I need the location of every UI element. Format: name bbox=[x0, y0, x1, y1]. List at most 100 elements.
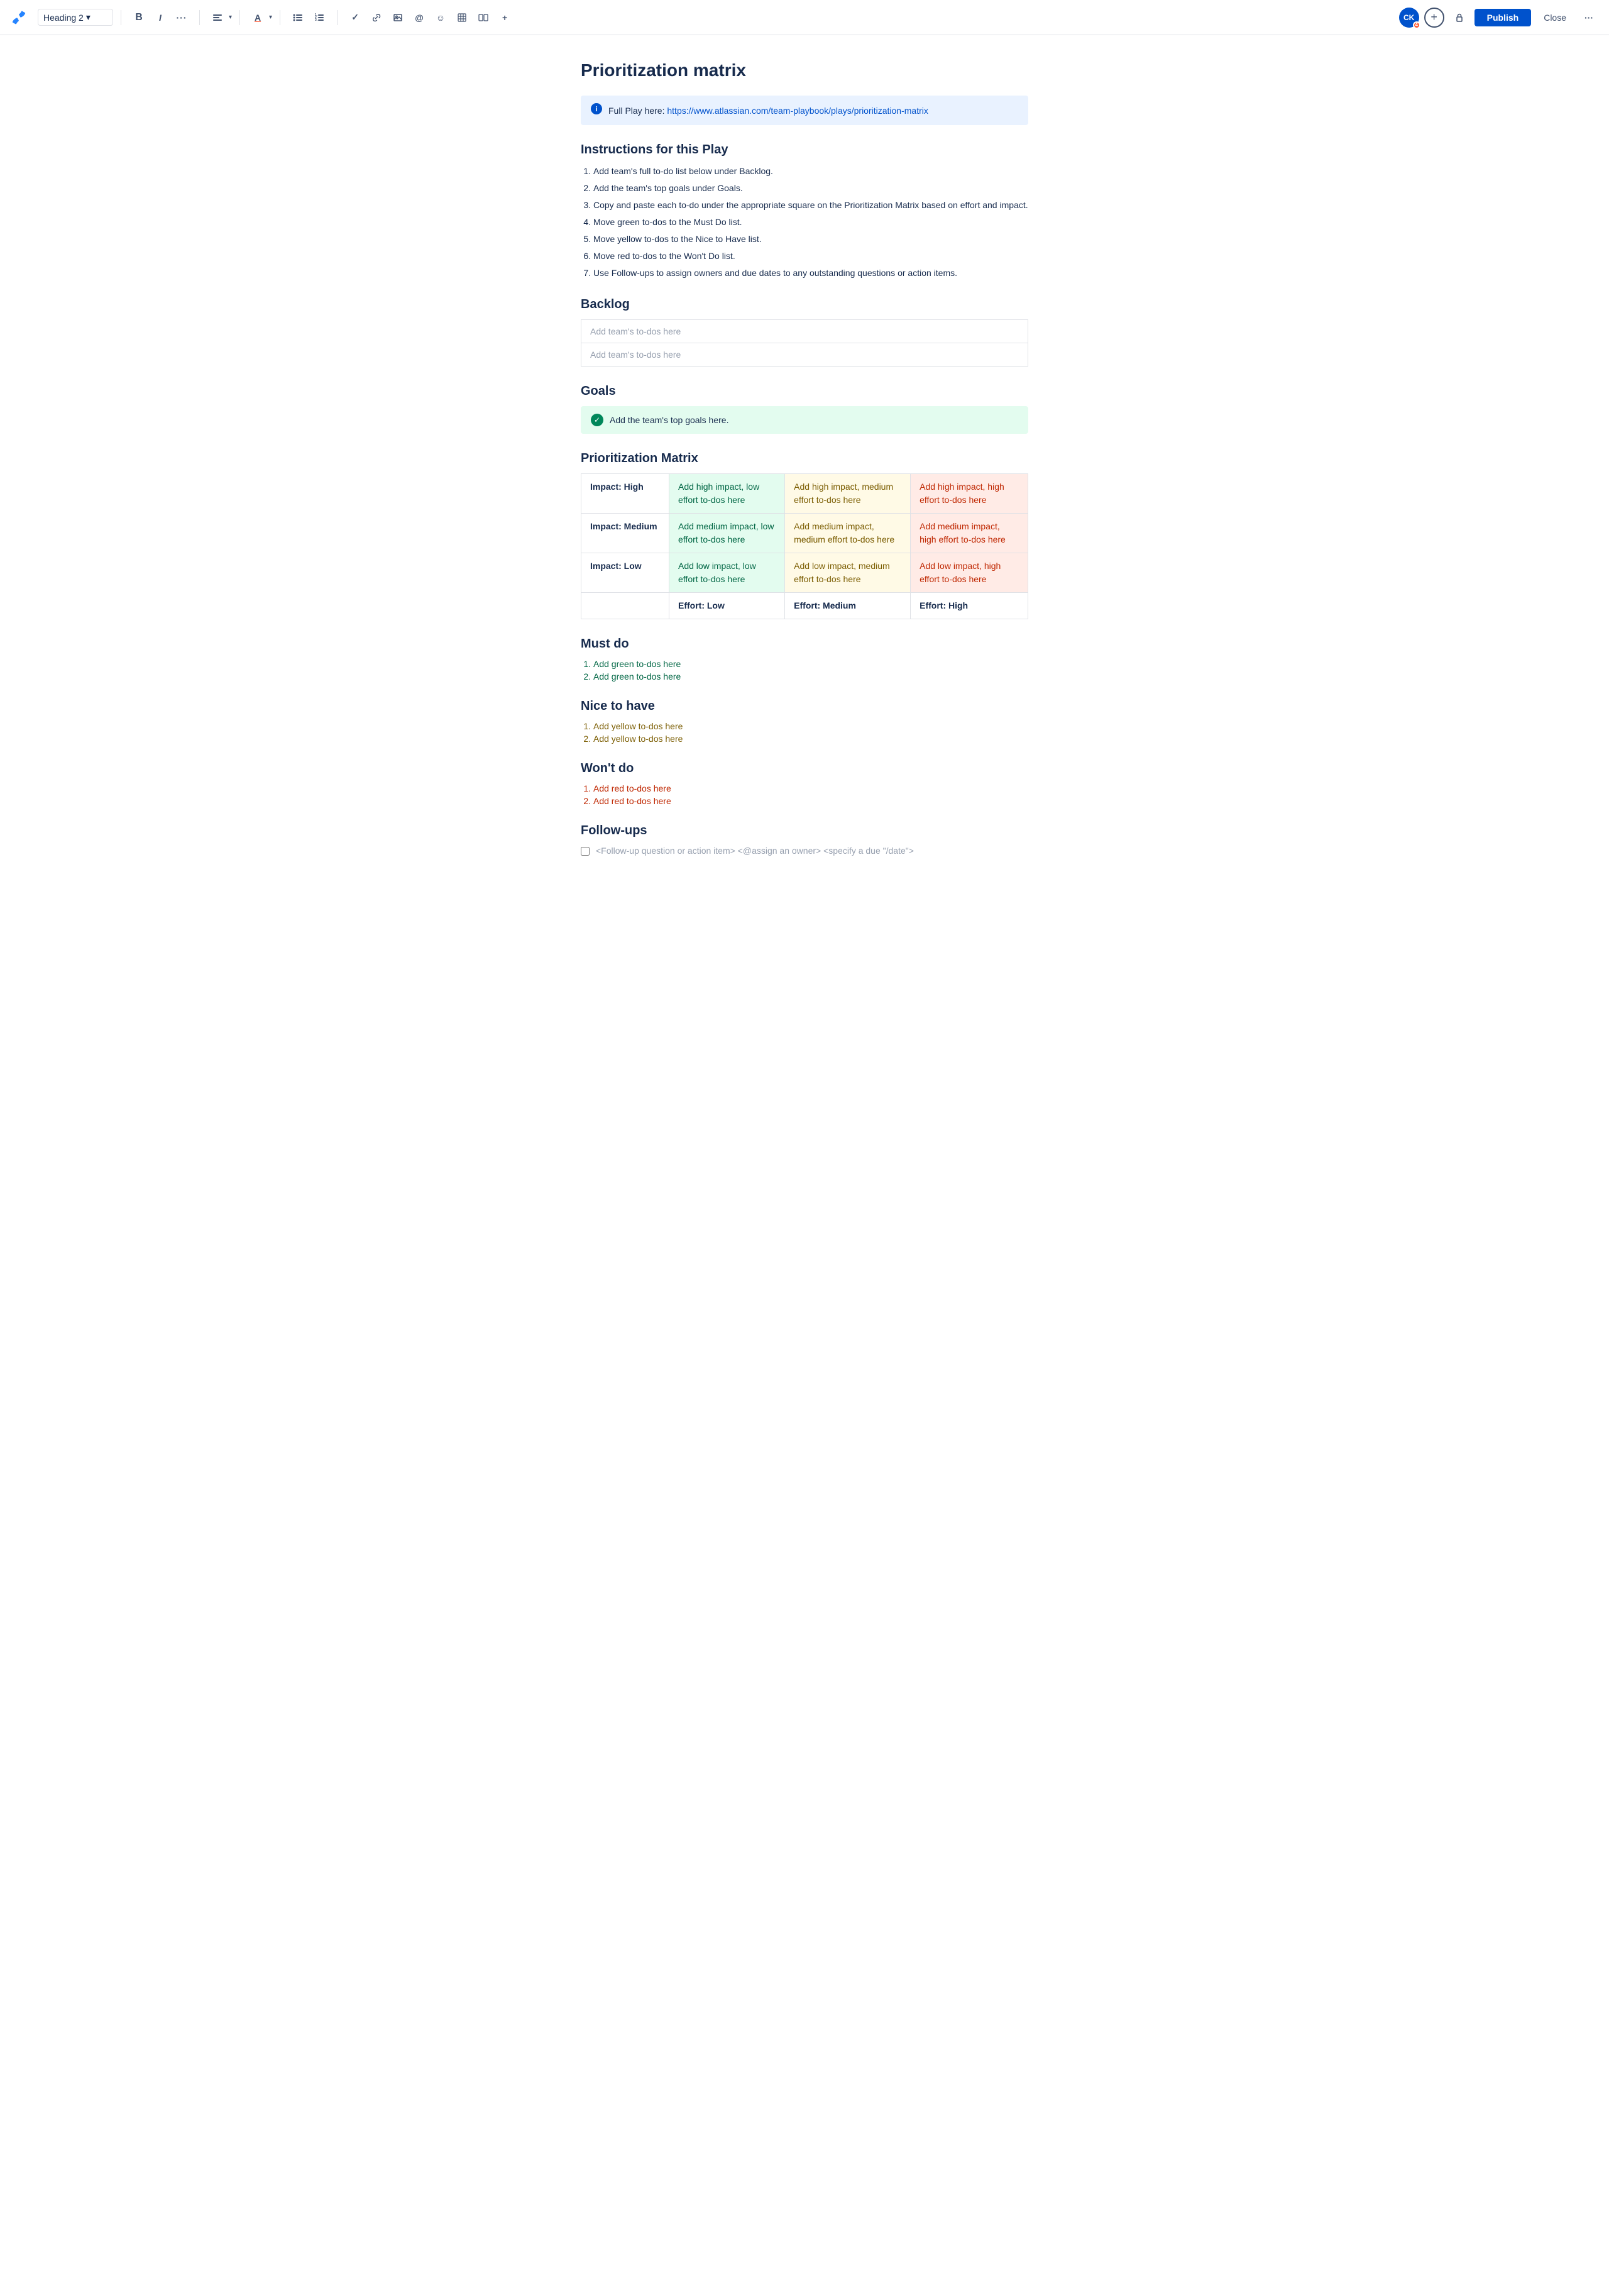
list-item: Copy and paste each to-do under the appr… bbox=[593, 199, 1028, 212]
list-item: Add the team's top goals under Goals. bbox=[593, 182, 1028, 195]
toolbar-divider-3 bbox=[239, 10, 240, 25]
list-item: Move red to-dos to the Won't Do list. bbox=[593, 250, 1028, 263]
bold-button[interactable]: B bbox=[129, 8, 149, 28]
list-item: Add team's full to-do list below under B… bbox=[593, 165, 1028, 178]
layout-button[interactable] bbox=[473, 8, 493, 28]
matrix-footer-empty bbox=[581, 593, 669, 619]
effort-high-label: Effort: High bbox=[911, 593, 1028, 619]
matrix-cell-low-medium[interactable]: Add low impact, medium effort to-dos her… bbox=[785, 553, 911, 593]
page-title[interactable]: Prioritization matrix bbox=[581, 60, 1028, 80]
matrix-cell-low-low[interactable]: Add low impact, low effort to-dos here bbox=[669, 553, 785, 593]
heading-selector-label: Heading 2 bbox=[43, 13, 84, 23]
color-chevron-icon: ▾ bbox=[269, 14, 272, 21]
goals-placeholder: Add the team's top goals here. bbox=[610, 415, 728, 425]
color-group: A ▾ bbox=[248, 8, 272, 28]
must-do-heading: Must do bbox=[581, 637, 1028, 651]
align-group: ▾ bbox=[207, 8, 232, 28]
link-button[interactable] bbox=[366, 8, 387, 28]
wont-do-item-1[interactable]: Add red to-dos here bbox=[593, 783, 1028, 793]
formatting-group: B I ··· bbox=[129, 8, 192, 28]
must-do-item-2[interactable]: Add green to-dos here bbox=[593, 671, 1028, 682]
table-row: Effort: Low Effort: Medium Effort: High bbox=[581, 593, 1028, 619]
goals-box[interactable]: ✓ Add the team's top goals here. bbox=[581, 406, 1028, 434]
matrix-heading: Prioritization Matrix bbox=[581, 451, 1028, 466]
matrix-cell-high-low[interactable]: Add high impact, low effort to-dos here bbox=[669, 474, 785, 514]
table-row: Add team's to-dos here bbox=[581, 320, 1028, 343]
wont-do-item-2[interactable]: Add red to-dos here bbox=[593, 796, 1028, 806]
nice-to-have-heading: Nice to have bbox=[581, 699, 1028, 714]
insert-group: ✓ @ ☺ bbox=[345, 8, 515, 28]
info-text: Full Play here: https://www.atlassian.co… bbox=[608, 106, 928, 116]
backlog-table: Add team's to-dos here Add team's to-dos… bbox=[581, 319, 1028, 367]
notification-badge: 4 bbox=[1413, 21, 1420, 29]
emoji-button[interactable]: ☺ bbox=[431, 8, 451, 28]
matrix-cell-high-medium[interactable]: Add high impact, medium effort to-dos he… bbox=[785, 474, 911, 514]
table-row: Impact: Medium Add medium impact, low ef… bbox=[581, 514, 1028, 553]
user-avatar[interactable]: CK 4 bbox=[1399, 8, 1419, 28]
table-row: Impact: Low Add low impact, low effort t… bbox=[581, 553, 1028, 593]
matrix-cell-medium-high[interactable]: Add medium impact, high effort to-dos he… bbox=[911, 514, 1028, 553]
list-item: Use Follow-ups to assign owners and due … bbox=[593, 267, 1028, 280]
nice-to-have-item-1[interactable]: Add yellow to-dos here bbox=[593, 721, 1028, 731]
image-button[interactable] bbox=[388, 8, 408, 28]
list-item: Move yellow to-dos to the Nice to Have l… bbox=[593, 233, 1028, 246]
nice-to-have-list: Add yellow to-dos here Add yellow to-dos… bbox=[593, 721, 1028, 744]
follow-up-checkbox[interactable] bbox=[581, 847, 590, 856]
svg-text:i: i bbox=[595, 106, 597, 113]
backlog-row-2[interactable]: Add team's to-dos here bbox=[581, 343, 1028, 367]
plus-insert-button[interactable]: + bbox=[495, 8, 515, 28]
info-link[interactable]: https://www.atlassian.com/team-playbook/… bbox=[667, 106, 928, 116]
table-button[interactable] bbox=[452, 8, 472, 28]
toolbar-divider-2 bbox=[199, 10, 200, 25]
avatar-initials: CK bbox=[1403, 13, 1414, 22]
must-do-list: Add green to-dos here Add green to-dos h… bbox=[593, 659, 1028, 682]
impact-medium-label: Impact: Medium bbox=[581, 514, 669, 553]
backlog-row-1[interactable]: Add team's to-dos here bbox=[581, 320, 1028, 343]
confluence-logo-icon bbox=[10, 9, 28, 26]
numbered-list-button[interactable]: 1. 2. 3. bbox=[309, 8, 329, 28]
goals-heading: Goals bbox=[581, 384, 1028, 399]
table-row: Impact: High Add high impact, low effort… bbox=[581, 474, 1028, 514]
instructions-heading: Instructions for this Play bbox=[581, 143, 1028, 157]
bullet-list-button[interactable] bbox=[288, 8, 308, 28]
color-button[interactable]: A bbox=[248, 8, 268, 28]
info-box: i Full Play here: https://www.atlassian.… bbox=[581, 96, 1028, 125]
wont-do-list: Add red to-dos here Add red to-dos here bbox=[593, 783, 1028, 806]
align-chevron-icon: ▾ bbox=[229, 14, 232, 21]
more-formatting-button[interactable]: ··· bbox=[172, 8, 192, 28]
must-do-item-1[interactable]: Add green to-dos here bbox=[593, 659, 1028, 669]
list-item: Move green to-dos to the Must Do list. bbox=[593, 216, 1028, 229]
follow-up-item: <Follow-up question or action item> <@as… bbox=[581, 846, 1028, 856]
chevron-down-icon: ▾ bbox=[86, 12, 91, 23]
info-icon: i bbox=[591, 103, 602, 118]
list-group: 1. 2. 3. bbox=[288, 8, 329, 28]
nice-to-have-item-2[interactable]: Add yellow to-dos here bbox=[593, 734, 1028, 744]
align-button[interactable] bbox=[207, 8, 228, 28]
matrix-cell-high-high[interactable]: Add high impact, high effort to-dos here bbox=[911, 474, 1028, 514]
instructions-list: Add team's full to-do list below under B… bbox=[593, 165, 1028, 280]
italic-button[interactable]: I bbox=[150, 8, 170, 28]
follow-up-placeholder[interactable]: <Follow-up question or action item> <@as… bbox=[596, 846, 914, 856]
wont-do-heading: Won't do bbox=[581, 761, 1028, 776]
impact-low-label: Impact: Low bbox=[581, 553, 669, 593]
follow-ups-heading: Follow-ups bbox=[581, 824, 1028, 838]
goals-checkmark-icon: ✓ bbox=[591, 414, 603, 426]
matrix-cell-medium-medium[interactable]: Add medium impact, medium effort to-dos … bbox=[785, 514, 911, 553]
toolbar: Heading 2 ▾ B I ··· ▾ A ▾ bbox=[0, 0, 1609, 35]
publish-button[interactable]: Publish bbox=[1474, 9, 1532, 26]
effort-low-label: Effort: Low bbox=[669, 593, 785, 619]
effort-medium-label: Effort: Medium bbox=[785, 593, 911, 619]
table-row: Add team's to-dos here bbox=[581, 343, 1028, 367]
close-button[interactable]: Close bbox=[1536, 9, 1574, 26]
lock-button[interactable] bbox=[1449, 8, 1469, 28]
toolbar-divider-5 bbox=[337, 10, 338, 25]
heading-selector[interactable]: Heading 2 ▾ bbox=[38, 9, 113, 26]
prioritization-matrix-table: Impact: High Add high impact, low effort… bbox=[581, 473, 1028, 619]
add-collaborator-button[interactable]: + bbox=[1424, 8, 1444, 28]
matrix-cell-medium-low[interactable]: Add medium impact, low effort to-dos her… bbox=[669, 514, 785, 553]
checklist-button[interactable]: ✓ bbox=[345, 8, 365, 28]
matrix-cell-low-high[interactable]: Add low impact, high effort to-dos here bbox=[911, 553, 1028, 593]
more-options-button[interactable]: ··· bbox=[1579, 8, 1599, 28]
mention-button[interactable]: @ bbox=[409, 8, 429, 28]
svg-text:3.: 3. bbox=[315, 18, 318, 22]
